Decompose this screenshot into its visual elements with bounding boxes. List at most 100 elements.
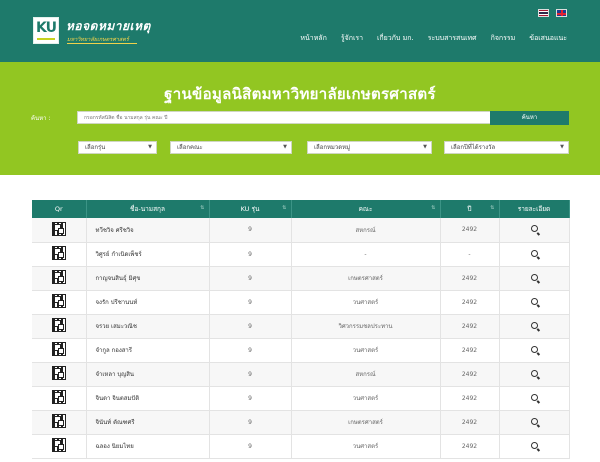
search-button[interactable]: ค้นหา — [490, 111, 569, 125]
zoom-icon[interactable] — [530, 393, 538, 401]
select-award-year[interactable]: เลือกปีที่ได้รางวัล ▼ — [444, 141, 569, 154]
student-name: จินดา จินตสมปัติ — [86, 386, 210, 411]
sort-icon[interactable]: ⇅ — [490, 205, 494, 211]
site-header: KU หอจดหมายเหตุ มหาวิทยาลัยเกษตรศาสตร์ ห… — [0, 0, 600, 62]
chevron-down-icon: ▼ — [560, 144, 564, 150]
student-generation: 9 — [209, 410, 292, 435]
student-faculty: วนศาสตร์ — [291, 434, 441, 459]
student-faculty: วนศาสตร์ — [291, 338, 441, 363]
student-faculty: เกษตรศาสตร์ — [291, 266, 441, 291]
table-row: วิศูรย์ กำเนิดเพ็ชร์ 9- - — [32, 242, 570, 267]
site-title[interactable]: หอจดหมายเหตุ — [66, 17, 151, 36]
zoom-icon[interactable] — [530, 249, 538, 257]
details-cell — [499, 362, 570, 387]
student-year: 2492 — [440, 410, 500, 435]
student-faculty: วนศาสตร์ — [291, 386, 441, 411]
column-header-name[interactable]: ชื่อ-นามสกุล ⇅ — [86, 200, 210, 218]
student-name: จำเหลา บุญสิน — [86, 362, 210, 387]
qr-code-icon[interactable] — [51, 270, 66, 284]
details-cell — [499, 410, 570, 435]
logo-text: KU — [36, 20, 57, 36]
student-name: กาญจนสินธุ์ มิศุข — [86, 266, 210, 291]
sort-icon[interactable]: ⇅ — [431, 205, 435, 211]
student-year: 2492 — [440, 386, 500, 411]
student-generation: 9 — [209, 242, 292, 267]
table-row: จำเหลา บุญสิน 9 สหกรณ์ 2492 — [32, 362, 570, 387]
nav-suggestions[interactable]: ข้อเสนอแนะ — [529, 33, 567, 44]
details-cell — [499, 338, 570, 363]
zoom-icon[interactable] — [530, 321, 538, 329]
zoom-icon[interactable] — [530, 369, 538, 377]
table-row: กาญจนสินธุ์ มิศุข 9 เกษตรศาสตร์ 2492 — [32, 266, 570, 291]
select-category[interactable]: เลือกหมวดหมู่ ▼ — [307, 141, 432, 154]
language-switcher — [538, 9, 567, 17]
student-name: จำกูล กองสารี — [86, 338, 210, 363]
column-header-faculty[interactable]: คณะ ⇅ — [291, 200, 441, 218]
sort-icon[interactable]: ⇅ — [200, 205, 204, 211]
student-faculty: - — [291, 242, 441, 267]
zoom-icon[interactable] — [530, 297, 538, 305]
subtitle-underline — [67, 43, 137, 44]
nav-about[interactable]: รู้จักเรา — [341, 33, 363, 44]
details-cell — [499, 314, 570, 339]
details-cell — [499, 266, 570, 291]
qr-code-icon[interactable] — [51, 342, 66, 356]
details-cell — [499, 386, 570, 411]
column-header-label: คณะ — [358, 205, 373, 213]
sort-icon[interactable]: ⇅ — [282, 205, 286, 211]
nav-activities[interactable]: กิจกรรม — [491, 33, 516, 44]
zoom-icon[interactable] — [530, 417, 538, 425]
table-row: จินดา จินตสมปัติ 9 วนศาสตร์ 2492 — [32, 386, 570, 411]
qr-code-icon[interactable] — [51, 438, 66, 452]
qr-code-icon[interactable] — [51, 390, 66, 404]
zoom-icon[interactable] — [530, 225, 538, 233]
student-name: ทวีชวิจ ศรีชวิจ — [86, 218, 210, 243]
qr-code-icon[interactable] — [51, 366, 66, 380]
qr-code-icon[interactable] — [51, 246, 66, 260]
qr-code-icon[interactable] — [51, 318, 66, 332]
qr-cell — [32, 242, 87, 267]
details-cell — [499, 242, 570, 267]
select-award-year-label: เลือกปีที่ได้รางวัล — [451, 144, 496, 151]
qr-code-icon[interactable] — [51, 221, 66, 236]
select-generation[interactable]: เลือกรุ่น ▼ — [78, 141, 157, 154]
qr-cell — [32, 218, 87, 243]
student-name: จินันท์ ตัณฑศรี — [86, 410, 210, 435]
column-header-label: KU รุ่น — [240, 205, 260, 213]
column-header-generation[interactable]: KU รุ่น ⇅ — [209, 200, 292, 218]
qr-cell — [32, 410, 87, 435]
search-input[interactable] — [77, 111, 503, 124]
student-year: - — [440, 242, 500, 267]
select-category-label: เลือกหมวดหมู่ — [314, 144, 351, 151]
student-year: 2492 — [440, 338, 500, 363]
student-generation: 9 — [209, 362, 292, 387]
nav-home[interactable]: หน้าหลัก — [300, 33, 326, 44]
table-row: จินันท์ ตัณฑศรี 9 เกษตรศาสตร์ 2492 — [32, 410, 570, 435]
student-faculty: สหกรณ์ — [291, 362, 441, 387]
thai-flag-icon[interactable] — [538, 9, 549, 17]
details-cell — [499, 290, 570, 315]
qr-cell — [32, 434, 87, 459]
qr-cell — [32, 314, 87, 339]
student-table: Qr ชื่อ-นามสกุล ⇅ KU รุ่น ⇅ คณะ ⇅ ปี ⇅ รายละ… — [32, 200, 570, 459]
zoom-icon[interactable] — [530, 441, 538, 449]
column-header-year[interactable]: ปี ⇅ — [440, 200, 500, 218]
nav-about-ku[interactable]: เกี่ยวกับ มก. — [377, 33, 414, 44]
logo-bar — [37, 38, 55, 40]
select-generation-label: เลือกรุ่น — [85, 144, 106, 151]
zoom-icon[interactable] — [530, 273, 538, 281]
column-header-label: รายละเอียด — [517, 205, 551, 213]
nav-information-systems[interactable]: ระบบสารสนเทศ — [428, 33, 477, 44]
qr-code-icon[interactable] — [51, 294, 66, 308]
student-generation: 9 — [209, 314, 292, 339]
select-faculty[interactable]: เลือกคณะ ▼ — [170, 141, 292, 154]
zoom-icon[interactable] — [530, 345, 538, 353]
search-label: ค้นหา : — [31, 115, 51, 122]
table-row: จรวย เสมะวณิช 9 วิศวกรรมชลประทาน 2492 — [32, 314, 570, 339]
uk-flag-icon[interactable] — [556, 9, 567, 17]
column-header-details: รายละเอียด — [499, 200, 570, 218]
qr-code-icon[interactable] — [51, 414, 66, 428]
student-year: 2492 — [440, 362, 500, 387]
student-generation: 9 — [209, 290, 292, 315]
ku-logo[interactable]: KU — [33, 17, 59, 44]
